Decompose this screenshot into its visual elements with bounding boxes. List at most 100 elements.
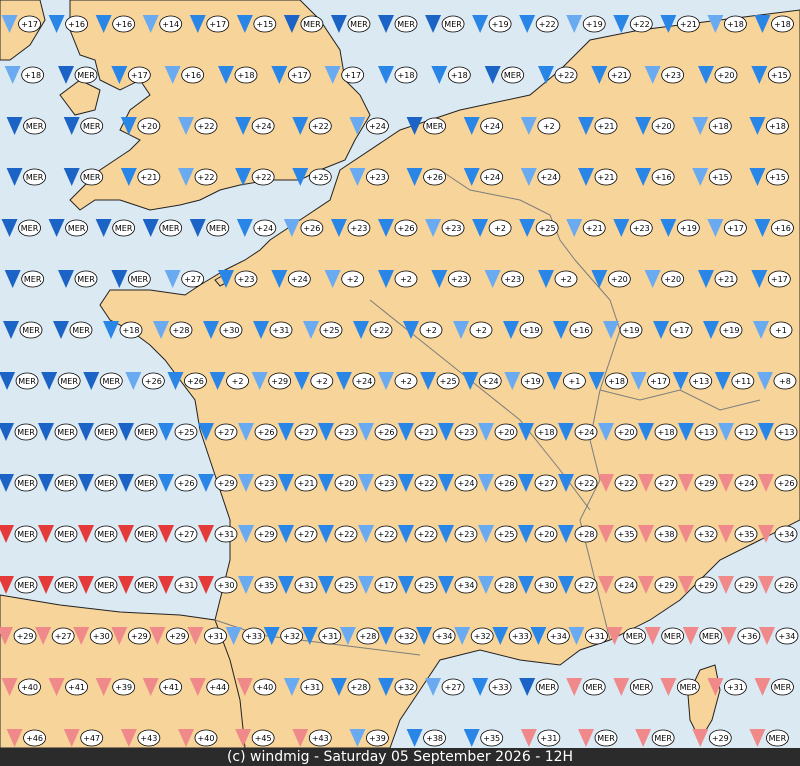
corsica-island (687, 664, 721, 742)
sea-label: MER (26, 173, 44, 182)
temperature-label: +17 (209, 20, 226, 29)
temperature-label: +26 (303, 224, 320, 233)
sea-label: MER (83, 173, 101, 182)
temperature-label: +31 (218, 530, 235, 539)
sea-label: MER (137, 530, 155, 539)
wind-arrow (111, 270, 128, 288)
temperature-label: +31 (303, 683, 320, 692)
temperature-label: +8 (779, 377, 791, 386)
temperature-label: +23 (458, 530, 475, 539)
sea-label: MER (77, 275, 95, 284)
temperature-label: +16 (68, 20, 85, 29)
temperature-label: +29 (712, 734, 729, 743)
temperature-label: +20 (664, 275, 681, 284)
sea-label: MER (26, 122, 44, 131)
temperature-label: +25 (338, 581, 355, 590)
temperature-label: +15 (712, 173, 729, 182)
temperature-label: +33 (245, 632, 262, 641)
sea-label: MER (103, 377, 121, 386)
temperature-label: +27 (538, 479, 555, 488)
temperature-label: +22 (312, 122, 329, 131)
temperature-label: +2 (475, 326, 487, 335)
wind-arrow (330, 15, 347, 33)
temperature-label: +39 (115, 683, 132, 692)
temperature-label: +23 (238, 275, 255, 284)
temperature-label: +18 (123, 326, 140, 335)
wind-arrow (38, 576, 54, 594)
temperature-label: +34 (436, 632, 453, 641)
wind-arrow (142, 219, 159, 237)
temperature-label: +35 (483, 734, 500, 743)
wind-arrow (48, 219, 65, 237)
wind-arrow (613, 678, 630, 696)
temperature-label: +24 (738, 479, 755, 488)
sea-label: MER (77, 71, 95, 80)
wind-arrow (63, 117, 80, 135)
footer-bar: (c) windmig - Saturday 05 September 2026… (0, 748, 800, 766)
wind-arrow (164, 270, 181, 288)
wind-arrow (118, 525, 134, 543)
temperature-label: +23 (451, 275, 468, 284)
temperature-label: +24 (256, 224, 273, 233)
wind-arrow (78, 423, 94, 441)
sea-label: MER (97, 581, 115, 590)
temperature-label: +18 (658, 428, 675, 437)
temperature-label: +29 (698, 479, 715, 488)
temperature-label: +23 (664, 71, 681, 80)
wind-arrow (63, 168, 80, 186)
sea-label: MER (18, 377, 36, 386)
wind-arrow (749, 729, 766, 747)
temperature-label: +18 (398, 71, 415, 80)
wind-arrow (660, 678, 677, 696)
temperature-label: +46 (26, 734, 43, 743)
temperature-label: +32 (698, 530, 715, 539)
temperature-label: +32 (283, 632, 300, 641)
wind-arrow (758, 576, 774, 594)
temperature-label: +29 (17, 632, 34, 641)
sea-label: MER (137, 581, 155, 590)
sea-label: MER (774, 683, 792, 692)
wind-arrow (566, 678, 583, 696)
wind-arrow (236, 219, 253, 237)
sea-label: MER (57, 428, 75, 437)
temperature-label: +25 (323, 326, 340, 335)
temperature-label: +17 (673, 326, 690, 335)
temperature-label: +28 (350, 683, 367, 692)
sea-label: MER (538, 683, 556, 692)
temperature-label: +18 (538, 428, 555, 437)
sea-label: MER (60, 377, 78, 386)
wind-arrow (38, 525, 54, 543)
wind-arrow (118, 474, 134, 492)
temperature-label: +30 (538, 581, 555, 590)
temperature-label: +27 (218, 428, 235, 437)
wind-arrow (0, 474, 14, 492)
temperature-label: +24 (458, 479, 475, 488)
temperature-label: +24 (483, 173, 500, 182)
wind-arrow (0, 525, 14, 543)
temperature-label: +25 (440, 377, 457, 386)
temperature-label: +29 (738, 581, 755, 590)
temperature-label: +24 (540, 173, 557, 182)
temperature-label: +2 (400, 377, 412, 386)
temperature-label: +26 (778, 581, 795, 590)
wind-arrow (472, 678, 489, 696)
temperature-label: +34 (458, 581, 475, 590)
temperature-label: +31 (588, 632, 605, 641)
sea-label: MER (350, 20, 368, 29)
temperature-label: +19 (492, 20, 509, 29)
temperature-label: +2 (560, 275, 572, 284)
wind-arrow (38, 423, 54, 441)
temperature-label: +38 (426, 734, 443, 743)
temperature-label: +29 (258, 530, 275, 539)
wind-arrow (48, 15, 65, 33)
sea-label: MER (57, 581, 75, 590)
wind-arrow (720, 627, 737, 645)
temperature-label: +31 (727, 683, 744, 692)
temperature-label: +26 (498, 479, 515, 488)
wind-arrow (425, 678, 442, 696)
temperature-label: +2 (316, 377, 328, 386)
sea-label: MER (83, 122, 101, 131)
wind-arrow (378, 15, 394, 33)
temperature-label: +2 (400, 275, 412, 284)
wind-arrow (635, 729, 652, 747)
